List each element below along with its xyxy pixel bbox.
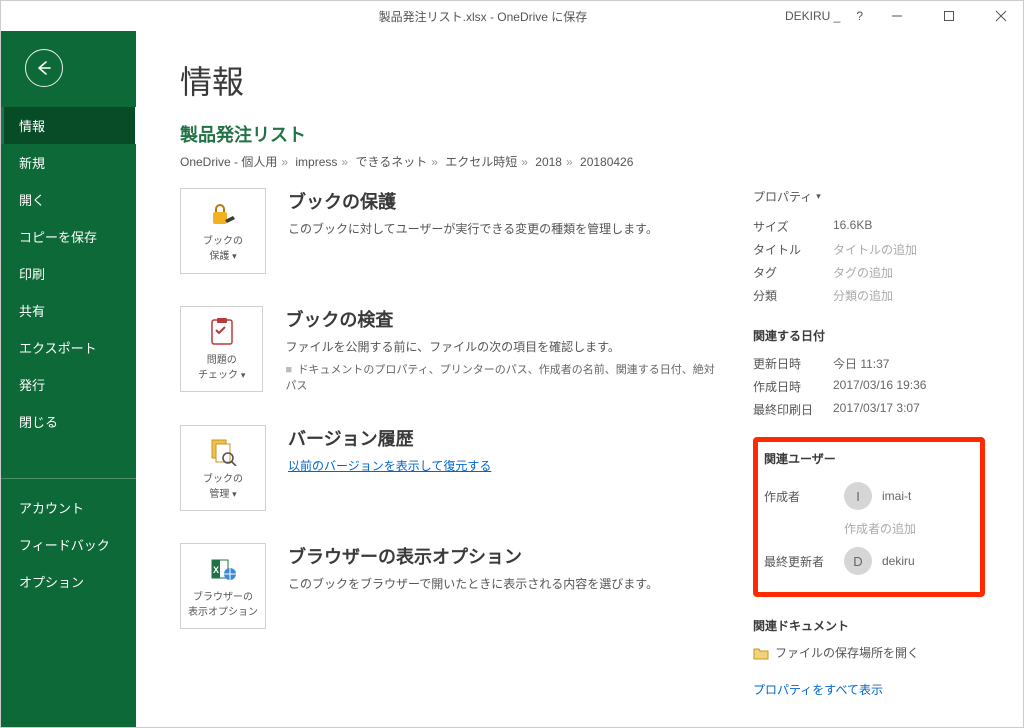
prop-title-label: タイトル [753,241,833,258]
breadcrumb-item[interactable]: impress [295,155,337,169]
section-protect: ブックの保護 ▾ ブックの保護 このブックに対してユーザーが実行できる変更の種類… [180,188,723,274]
sidebar-item-print[interactable]: 印刷 [1,255,136,292]
author-name: imai-t [882,489,911,503]
user-label[interactable]: DEKIRU _ [785,9,840,23]
sidebar-item-info[interactable]: 情報 [1,107,136,144]
maximize-button[interactable] [931,2,967,30]
title-bar: 製品発注リスト.xlsx - OneDrive に保存 DEKIRU _ ? [1,1,1023,31]
open-file-location[interactable]: ファイルの保存場所を開く [753,644,985,661]
properties-dropdown[interactable]: プロパティ▾ [753,188,985,205]
prop-tag-label: タグ [753,264,833,281]
section-title: バージョン履歴 [288,425,491,451]
sidebar-item-share[interactable]: 共有 [1,292,136,329]
sidebar-item-account[interactable]: アカウント [1,489,136,526]
checklist-icon [207,317,237,347]
highlight-box: 関連ユーザー 作成者 I imai-t 作成者の追加 最終更新者 D dek [753,437,985,597]
sidebar-item-publish[interactable]: 発行 [1,366,136,403]
related-dates-header: 関連する日付 [753,327,985,344]
show-all-properties-link[interactable]: プロパティをすべて表示 [753,681,883,698]
sidebar-item-options[interactable]: オプション [1,563,136,600]
window-title: 製品発注リスト.xlsx - OneDrive に保存 [181,8,785,25]
minimize-button[interactable] [879,2,915,30]
section-versions: ブックの管理 ▾ バージョン履歴 以前のバージョンを表示して復元する [180,425,723,511]
prop-created-label: 作成日時 [753,378,833,395]
lastmod-name: dekiru [882,554,915,568]
section-inspect: 問題のチェック ▾ ブックの検査 ファイルを公開する前に、ファイルの次の項目を確… [180,306,723,393]
lock-icon [207,200,239,228]
close-button[interactable] [983,2,1019,30]
breadcrumb-item[interactable]: OneDrive - 個人用 [180,155,277,169]
section-desc: このブックをブラウザーで開いたときに表示される内容を選びます。 [288,575,658,592]
author-user[interactable]: I imai-t [844,482,974,510]
excel-browser-icon: X [208,554,238,584]
back-button[interactable] [25,49,63,87]
breadcrumb-item[interactable]: 20180426 [580,155,633,169]
documents-icon [208,436,238,466]
help-button[interactable]: ? [856,9,863,23]
prop-category-value[interactable]: 分類の追加 [833,287,985,304]
section-list: ■ドキュメントのプロパティ、プリンターのパス、作成者の名前、関連する日付、絶対パ… [285,361,723,393]
prop-size-value: 16.6KB [833,218,985,235]
sidebar-item-new[interactable]: 新規 [1,144,136,181]
lastmod-user[interactable]: D dekiru [844,547,974,575]
tile-protect-workbook[interactable]: ブックの保護 ▾ [180,188,266,274]
sidebar-item-feedback[interactable]: フィードバック [1,526,136,563]
sidebar-item-save-copy[interactable]: コピーを保存 [1,218,136,255]
breadcrumb-item[interactable]: 2018 [535,155,562,169]
tile-check-issues[interactable]: 問題のチェック ▾ [180,306,263,392]
prop-size-label: サイズ [753,218,833,235]
prop-lastmod-label: 最終更新者 [764,553,844,570]
file-name: 製品発注リスト [180,121,985,147]
prop-title-value[interactable]: タイトルの追加 [833,241,985,258]
version-history-link[interactable]: 以前のバージョンを表示して復元する [288,457,491,474]
avatar: D [844,547,872,575]
section-desc: ファイルを公開する前に、ファイルの次の項目を確認します。 [285,338,723,355]
sidebar-item-close[interactable]: 閉じる [1,403,136,440]
folder-icon [753,646,769,660]
related-users-header: 関連ユーザー [764,450,974,467]
add-author-link[interactable]: 作成者の追加 [844,520,974,537]
section-title: ブックの検査 [285,306,723,332]
prop-printed-label: 最終印刷日 [753,401,833,418]
prop-category-label: 分類 [753,287,833,304]
section-title: ブラウザーの表示オプション [288,543,658,569]
breadcrumb[interactable]: OneDrive - 個人用» impress» できるネット» エクセル時短»… [180,153,985,170]
sidebar-item-open[interactable]: 開く [1,181,136,218]
page-title: 情報 [180,57,985,103]
section-browser-options: X ブラウザーの表示オプション ブラウザーの表示オプション このブックをブラウザ… [180,543,723,629]
tile-browser-view-options[interactable]: X ブラウザーの表示オプション [180,543,266,629]
prop-printed-value: 2017/03/17 3:07 [833,401,985,418]
sidebar-item-export[interactable]: エクスポート [1,329,136,366]
section-desc: このブックに対してユーザーが実行できる変更の種類を管理します。 [288,220,658,237]
related-docs-header: 関連ドキュメント [753,617,985,634]
section-title: ブックの保護 [288,188,658,214]
prop-modified-value: 今日 11:37 [833,355,985,372]
avatar: I [844,482,872,510]
prop-created-value: 2017/03/16 19:36 [833,378,985,395]
prop-modified-label: 更新日時 [753,355,833,372]
tile-manage-workbook[interactable]: ブックの管理 ▾ [180,425,266,511]
properties-panel: プロパティ▾ サイズ16.6KB タイトルタイトルの追加 タグタグの追加 分類分… [753,188,985,698]
backstage-sidebar: 情報 新規 開く コピーを保存 印刷 共有 エクスポート 発行 閉じる アカウン… [1,31,136,727]
content-area: 情報 製品発注リスト OneDrive - 個人用» impress» できるネ… [136,31,1023,727]
prop-author-label: 作成者 [764,488,844,505]
svg-text:X: X [213,565,219,575]
breadcrumb-item[interactable]: エクセル時短 [445,155,517,169]
breadcrumb-item[interactable]: できるネット [355,155,427,169]
prop-tag-value[interactable]: タグの追加 [833,264,985,281]
